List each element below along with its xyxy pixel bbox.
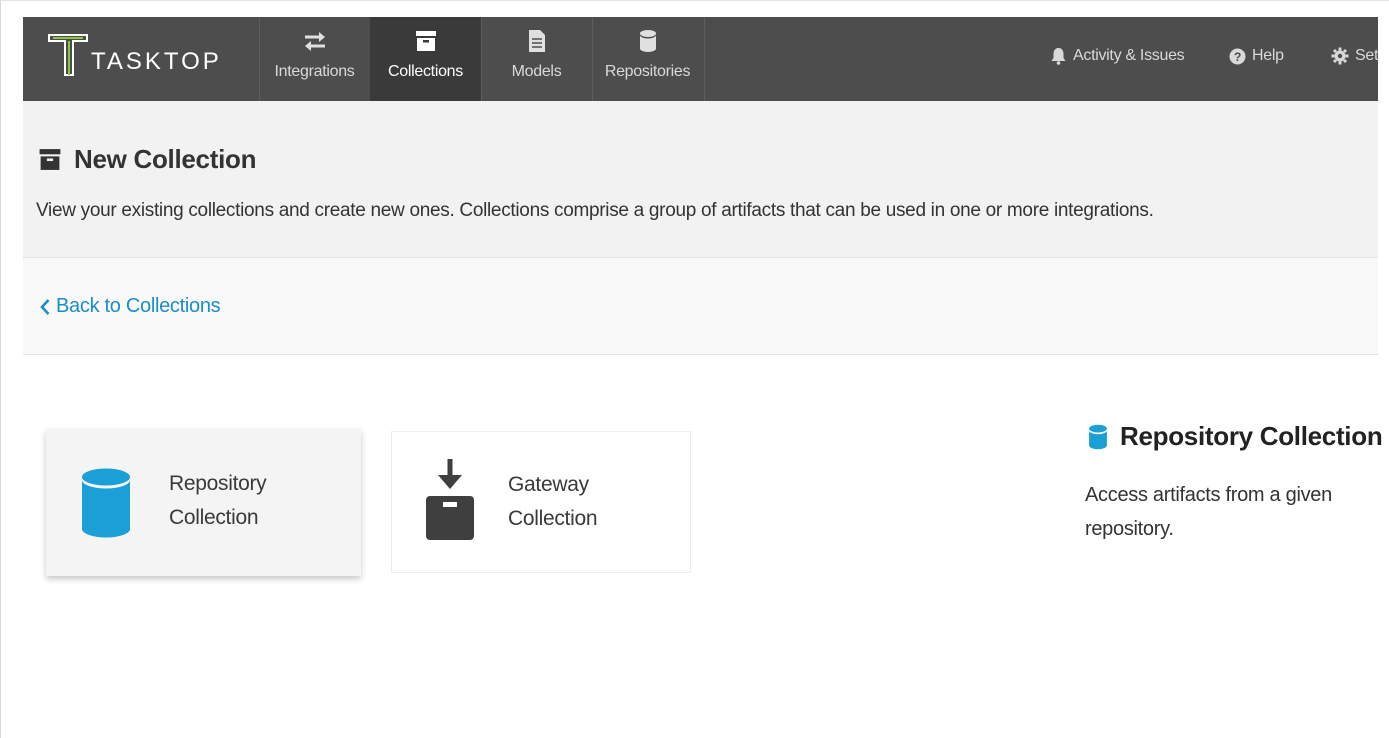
card-label-line: Gateway	[508, 473, 589, 496]
archive-box-icon	[39, 149, 61, 170]
inbox-download-icon	[426, 459, 474, 540]
tasktop-logo[interactable]: TASKTOP	[47, 31, 222, 79]
card-label-line: Repository	[169, 472, 267, 495]
detail-title-text: Repository Collection	[1120, 421, 1383, 451]
chevron-left-icon	[40, 298, 50, 315]
gear-icon	[1331, 47, 1349, 65]
nav-divider	[704, 17, 705, 101]
database-icon	[82, 468, 130, 538]
back-to-collections-link[interactable]: Back to Collections	[39, 295, 221, 318]
detail-description: Access artifacts from a given repository…	[1085, 484, 1332, 540]
card-label-line: Collection	[169, 506, 259, 529]
activity-issues-link[interactable]: Activity & Issues	[1050, 47, 1185, 65]
detail-title: Repository Collection	[1088, 421, 1383, 452]
database-icon	[1089, 424, 1107, 449]
bell-icon	[1051, 48, 1066, 65]
tasktop-wordmark: TASKTOP	[91, 48, 222, 75]
help-label: Help	[1252, 47, 1284, 64]
tab-collections-label: Collections	[388, 63, 463, 80]
tab-collections[interactable]: Collections	[370, 17, 481, 101]
tab-repositories[interactable]: Repositories	[592, 17, 703, 101]
help-icon: ?	[1229, 48, 1246, 64]
page-title-text: New Collection	[74, 144, 257, 174]
page-description: View your existing collections and creat…	[36, 200, 1154, 221]
document-icon	[528, 27, 546, 55]
gateway-collection-label: Gateway Collection	[508, 468, 598, 536]
page-header: New Collection View your existing collec…	[23, 101, 1378, 258]
top-nav-bar: TASKTOP Integrations Collections Models …	[23, 17, 1378, 101]
archive-box-icon	[415, 27, 437, 55]
arrows-exchange-icon	[303, 27, 327, 55]
activity-issues-label: Activity & Issues	[1073, 47, 1185, 64]
card-label-line: Collection	[508, 507, 598, 530]
settings-label: Set	[1355, 47, 1378, 64]
repository-collection-card[interactable]: Repository Collection	[46, 429, 361, 576]
tasktop-logo-mark-icon	[47, 31, 91, 79]
database-icon	[639, 27, 657, 55]
page-title: New Collection	[38, 144, 256, 175]
help-link[interactable]: ? Help	[1229, 47, 1284, 65]
breadcrumb-bar: Back to Collections	[23, 258, 1378, 355]
tab-models-label: Models	[511, 63, 562, 80]
back-link-label: Back to Collections	[56, 295, 221, 317]
gateway-collection-card[interactable]: Gateway Collection	[391, 431, 691, 573]
settings-link[interactable]: Set	[1331, 47, 1378, 65]
tab-integrations[interactable]: Integrations	[259, 17, 370, 101]
svg-text:?: ?	[1234, 50, 1241, 64]
tab-integrations-label: Integrations	[274, 63, 355, 80]
repository-collection-label: Repository Collection	[169, 467, 267, 535]
tab-repositories-label: Repositories	[604, 63, 691, 80]
tab-models[interactable]: Models	[481, 17, 592, 101]
